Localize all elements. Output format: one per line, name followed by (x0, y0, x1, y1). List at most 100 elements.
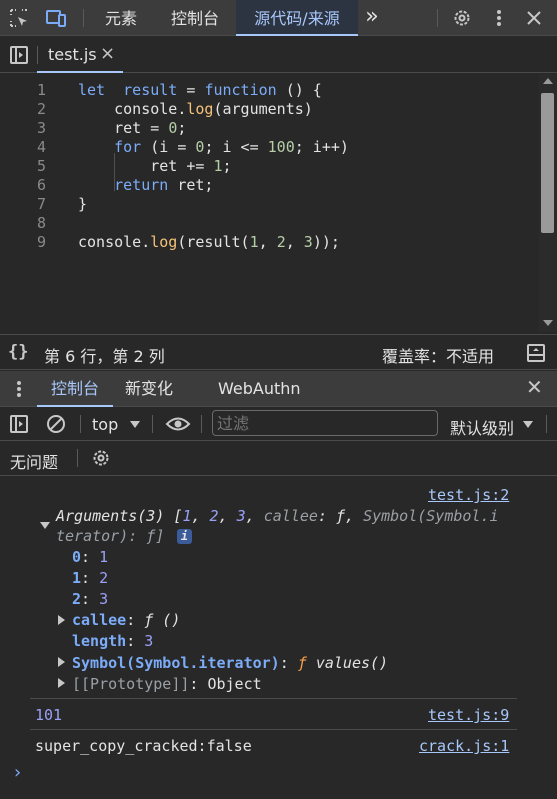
line-number[interactable]: 6 (0, 176, 46, 195)
close-drawer-icon[interactable]: ✕ (526, 375, 543, 399)
arguments-symbol: Symbol(Symbol.i (363, 507, 499, 525)
editor-scroll-thumb[interactable] (541, 93, 554, 233)
line-number[interactable]: 1 (0, 81, 46, 100)
code-token: log (150, 233, 178, 251)
indent-guide (114, 153, 115, 191)
arguments-prototype[interactable]: [[Prototype]]: Object (72, 674, 262, 694)
line-number[interactable]: 4 (0, 138, 46, 157)
code-token: log (186, 100, 214, 118)
arguments-length: length: 3 (72, 632, 154, 650)
toggle-navigator-icon[interactable] (8, 44, 30, 70)
code-token: ; i <= (204, 138, 268, 156)
arguments-callee-key: callee (263, 507, 318, 525)
toggle-debugger-sidebar-icon[interactable] (525, 342, 547, 368)
settings-gear-icon[interactable] (451, 7, 473, 29)
console-prompt-icon[interactable]: › (12, 763, 23, 783)
issues-count[interactable]: 无问题 (10, 449, 58, 473)
more-tabs-button[interactable]: » (360, 0, 384, 36)
arguments-val-2: 3 (236, 507, 246, 525)
code-token: let (78, 81, 106, 99)
code-text: } (78, 195, 87, 214)
log-level-dropdown[interactable]: 默认级别 (450, 413, 536, 438)
code-token: , (258, 233, 277, 251)
entry-key: 0 (72, 548, 82, 566)
log-level-value: 默认级别 (450, 419, 515, 438)
expand-triangle-icon[interactable] (58, 678, 65, 688)
code-token: (i = (141, 138, 196, 156)
length-key: length (72, 632, 127, 650)
line-number[interactable]: 2 (0, 100, 46, 119)
console-filter-input[interactable] (212, 410, 438, 436)
code-text: let result = function () { (78, 81, 322, 100)
drawer-menu-icon[interactable] (8, 378, 30, 404)
line-number[interactable]: 3 (0, 119, 46, 138)
code-token: ret; (168, 176, 214, 194)
coverage-status: 覆盖率：不适用 (382, 347, 495, 366)
inspect-element-icon[interactable] (8, 7, 30, 29)
console-settings-gear-icon[interactable] (90, 447, 112, 473)
more-options-icon[interactable] (488, 7, 510, 29)
code-token: 0 (168, 119, 178, 137)
chevron-down-icon (130, 421, 140, 428)
collapse-triangle-icon[interactable] (40, 522, 50, 529)
pretty-print-icon[interactable]: {} (8, 342, 28, 362)
arguments-head: Arguments(3) [ (56, 507, 183, 525)
source-link-test-js-9[interactable]: test.js:9 (428, 705, 509, 725)
code-token: for (114, 138, 142, 156)
close-tab-icon[interactable]: × (100, 43, 115, 64)
live-expression-eye-icon[interactable] (165, 413, 191, 439)
file-tab-test-js[interactable]: test.js × (37, 37, 123, 73)
expand-triangle-icon[interactable] (58, 615, 65, 625)
code-text: console.log(arguments) (78, 100, 313, 119)
code-token: ; (177, 119, 187, 137)
scroll-down-icon[interactable] (543, 320, 553, 326)
context-selector-value: top (92, 415, 119, 434)
entry-key: 1 (72, 569, 82, 587)
source-link-test-js-2[interactable]: test.js:2 (428, 485, 509, 505)
code-token: result (123, 81, 178, 99)
line-number[interactable]: 8 (0, 214, 46, 233)
entry-value: 2 (99, 569, 109, 587)
arguments-symbol-iterator[interactable]: Symbol(Symbol.iterator): ƒ values() (72, 653, 388, 673)
console-sidebar-icon[interactable] (8, 413, 30, 439)
toolbar-divider (437, 9, 438, 27)
code-token: , (285, 233, 304, 251)
scroll-up-icon[interactable] (543, 78, 553, 84)
arguments-entry-1: 1: 2 (72, 569, 109, 587)
line-number[interactable]: 5 (0, 157, 46, 176)
code-token: return (114, 176, 169, 194)
message-divider (30, 698, 517, 699)
arguments-callee[interactable]: callee: ƒ () (72, 610, 180, 630)
console-crack-message: super_copy_cracked:false (35, 737, 252, 755)
line-number[interactable]: 9 (0, 233, 46, 252)
code-editor[interactable]: 1 let result = function () {2 console.log… (0, 73, 557, 333)
line-number[interactable]: 7 (0, 195, 46, 214)
code-token: 1 (249, 233, 259, 251)
tab-elements[interactable]: 元素 (92, 0, 150, 36)
callee-value: ƒ () (144, 611, 181, 629)
info-badge-icon[interactable]: i (177, 529, 192, 544)
drawer-tab-console[interactable]: 控制台 (37, 371, 113, 407)
context-selector[interactable]: top (92, 413, 144, 435)
tab-console[interactable]: 控制台 (158, 0, 232, 36)
code-text: for (i = 0; i <= 100; i++) (78, 138, 349, 157)
clear-console-icon[interactable] (45, 413, 67, 439)
console-result-value: 101 (35, 706, 63, 724)
code-token: console. (78, 100, 187, 118)
code-token: ret += (78, 157, 214, 175)
code-text: ret = 0; (78, 119, 186, 138)
device-toolbar-icon[interactable] (45, 7, 67, 29)
code-token: ; (222, 157, 232, 175)
close-devtools-icon[interactable] (523, 7, 545, 29)
console-toolbar: top 默认级别 (0, 407, 557, 441)
code-text: return ret; (78, 176, 213, 195)
source-link-crack-js-1[interactable]: crack.js:1 (419, 736, 509, 756)
file-tab-label: test.js (48, 45, 97, 64)
arguments-entry-0: 0: 1 (72, 548, 109, 566)
expand-triangle-icon[interactable] (58, 657, 65, 667)
drawer-tab-whats-new[interactable]: 新变化 (125, 371, 173, 407)
cursor-position: 第 6 行，第 2 列 (44, 347, 165, 366)
tab-sources[interactable]: 源代码/来源 (236, 0, 358, 36)
arguments-preview-line1[interactable]: Arguments(3) [1, 2, 3, callee: ƒ, Symbol… (56, 506, 499, 526)
drawer-tab-webauthn[interactable]: WebAuthn (218, 371, 301, 407)
